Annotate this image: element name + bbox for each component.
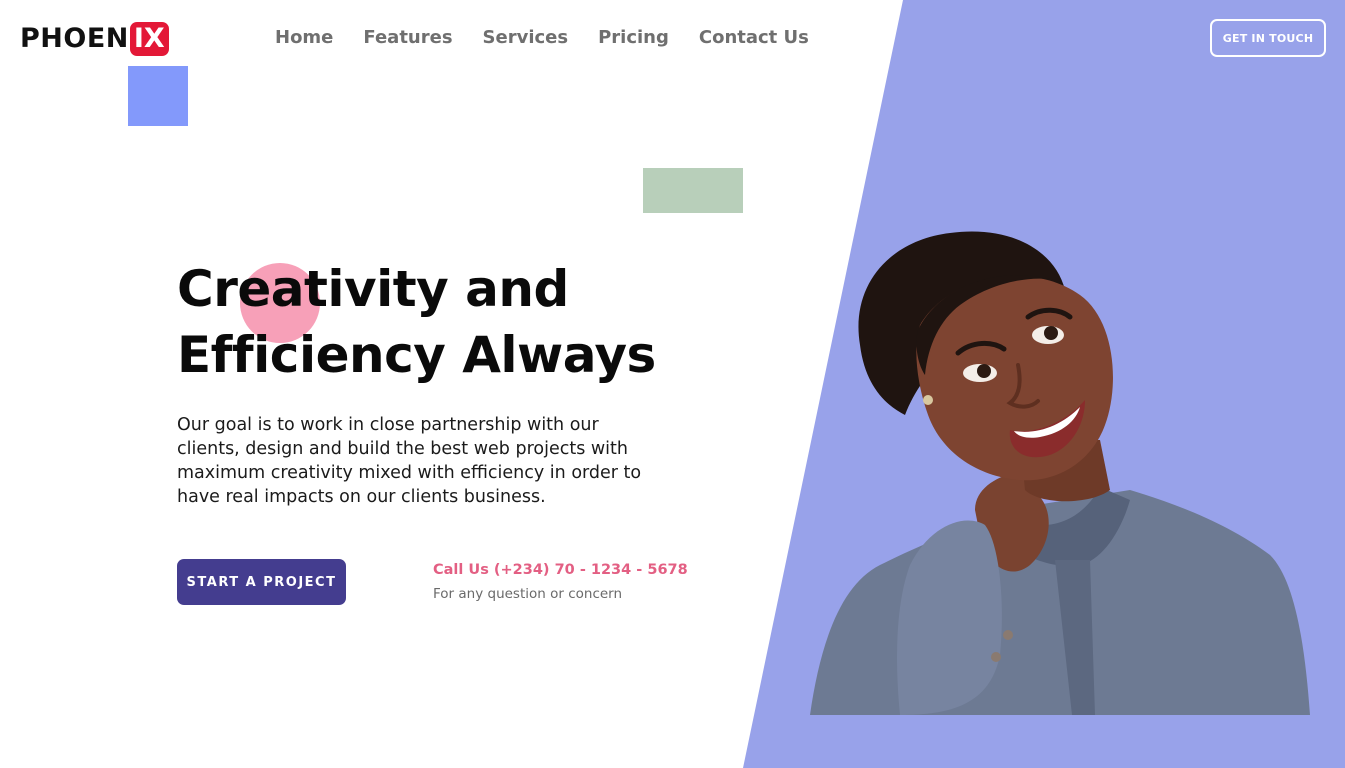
- hero-title: Creativity and Efficiency Always: [177, 256, 697, 388]
- hero-title-line-1: Creativity and: [177, 260, 569, 318]
- main-nav: Home Features Services Pricing Contact U…: [275, 24, 839, 52]
- nav-contact-us[interactable]: Contact Us: [699, 24, 809, 52]
- call-info: Call Us (+234) 70 - 1234 - 5678 For any …: [433, 560, 688, 604]
- decor-green-rectangle: [643, 168, 743, 213]
- nav-pricing[interactable]: Pricing: [598, 24, 669, 52]
- start-project-button[interactable]: START A PROJECT: [177, 559, 346, 605]
- nav-features[interactable]: Features: [363, 24, 452, 52]
- logo[interactable]: PHOEN IX: [20, 21, 169, 57]
- smiling-woman-portrait-icon: [810, 231, 1310, 715]
- get-in-touch-button[interactable]: GET IN TOUCH: [1210, 19, 1326, 57]
- hero-description: Our goal is to work in close partnership…: [177, 415, 642, 507]
- decor-blue-square: [128, 66, 188, 126]
- call-phone[interactable]: Call Us (+234) 70 - 1234 - 5678: [433, 560, 688, 580]
- logo-badge: IX: [129, 22, 169, 56]
- nav-services[interactable]: Services: [483, 24, 569, 52]
- hero-title-line-2: Efficiency Always: [177, 326, 656, 384]
- nav-home[interactable]: Home: [275, 24, 333, 52]
- call-subtitle: For any question or concern: [433, 586, 623, 602]
- logo-text: PHOEN: [20, 23, 129, 54]
